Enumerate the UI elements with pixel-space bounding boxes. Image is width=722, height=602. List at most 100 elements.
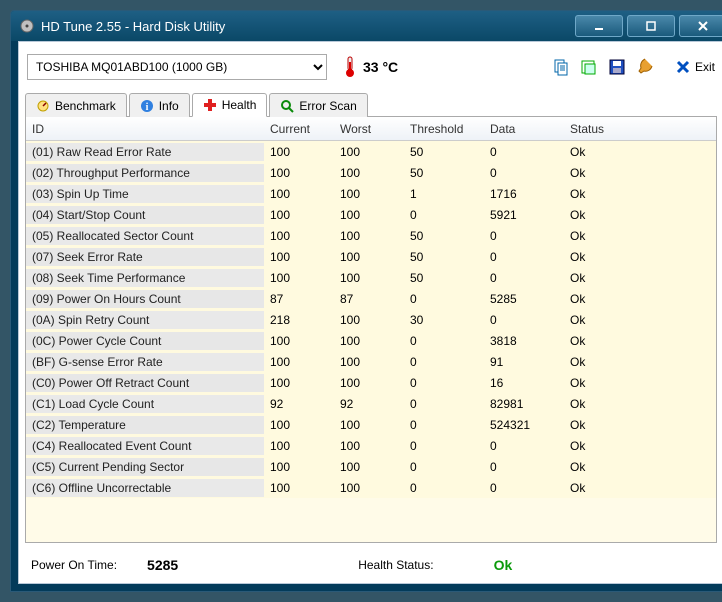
cell-worst: 100: [334, 143, 404, 161]
table-row[interactable]: (C0) Power Off Retract Count100100016Ok: [26, 372, 716, 393]
tab-health[interactable]: Health: [192, 93, 268, 117]
table-row[interactable]: (C4) Reallocated Event Count10010000Ok: [26, 435, 716, 456]
cell-current: 100: [264, 227, 334, 245]
col-current[interactable]: Current: [264, 120, 334, 138]
cell-id: (0A) Spin Retry Count: [26, 311, 264, 329]
cell-id: (08) Seek Time Performance: [26, 269, 264, 287]
cell-id: (07) Seek Error Rate: [26, 248, 264, 266]
cell-worst: 100: [334, 332, 404, 350]
table-row[interactable]: (07) Seek Error Rate100100500Ok: [26, 246, 716, 267]
minimize-button[interactable]: [575, 15, 623, 37]
cell-threshold: 50: [404, 269, 484, 287]
cell-status: Ok: [564, 395, 644, 413]
table-row[interactable]: (0A) Spin Retry Count218100300Ok: [26, 309, 716, 330]
cell-status: Ok: [564, 290, 644, 308]
col-threshold[interactable]: Threshold: [404, 120, 484, 138]
benchmark-icon: [36, 99, 50, 113]
cell-id: (0C) Power Cycle Count: [26, 332, 264, 350]
cell-worst: 100: [334, 311, 404, 329]
cell-current: 100: [264, 479, 334, 497]
table-body[interactable]: (01) Raw Read Error Rate100100500Ok(02) …: [26, 141, 716, 542]
cell-status: Ok: [564, 458, 644, 476]
cell-status: Ok: [564, 416, 644, 434]
copy-screenshot-icon[interactable]: [579, 57, 599, 77]
table-row[interactable]: (C2) Temperature1001000524321Ok: [26, 414, 716, 435]
cell-status: Ok: [564, 185, 644, 203]
cell-current: 100: [264, 374, 334, 392]
drive-select[interactable]: TOSHIBA MQ01ABD100 (1000 GB): [27, 54, 327, 80]
cell-threshold: 0: [404, 416, 484, 434]
col-status[interactable]: Status: [564, 120, 644, 138]
col-data[interactable]: Data: [484, 120, 564, 138]
cell-id: (C6) Offline Uncorrectable: [26, 479, 264, 497]
cell-threshold: 0: [404, 290, 484, 308]
cell-current: 100: [264, 185, 334, 203]
options-icon[interactable]: [635, 57, 655, 77]
error-scan-icon: [280, 99, 294, 113]
copy-info-icon[interactable]: [551, 57, 571, 77]
cell-status: Ok: [564, 311, 644, 329]
toolbar: TOSHIBA MQ01ABD100 (1000 GB) 33 °C Exit: [27, 54, 715, 80]
table-row[interactable]: (03) Spin Up Time10010011716Ok: [26, 183, 716, 204]
table-row[interactable]: (0C) Power Cycle Count10010003818Ok: [26, 330, 716, 351]
col-worst[interactable]: Worst: [334, 120, 404, 138]
cell-current: 100: [264, 332, 334, 350]
col-id[interactable]: ID: [26, 120, 264, 138]
cell-status: Ok: [564, 374, 644, 392]
cell-current: 100: [264, 206, 334, 224]
titlebar[interactable]: HD Tune 2.55 - Hard Disk Utility: [11, 11, 722, 41]
cell-threshold: 0: [404, 374, 484, 392]
table-row[interactable]: (BF) G-sense Error Rate100100091Ok: [26, 351, 716, 372]
cell-threshold: 50: [404, 227, 484, 245]
exit-button[interactable]: Exit: [675, 59, 715, 75]
cell-data: 0: [484, 437, 564, 455]
cell-threshold: 0: [404, 395, 484, 413]
cell-threshold: 0: [404, 332, 484, 350]
cell-data: 82981: [484, 395, 564, 413]
cell-worst: 87: [334, 290, 404, 308]
tab-info[interactable]: i Info: [129, 93, 190, 117]
table-row[interactable]: (05) Reallocated Sector Count100100500Ok: [26, 225, 716, 246]
power-on-value: 5285: [147, 557, 178, 573]
cell-id: (09) Power On Hours Count: [26, 290, 264, 308]
cell-current: 100: [264, 437, 334, 455]
table-row[interactable]: (08) Seek Time Performance100100500Ok: [26, 267, 716, 288]
cell-status: Ok: [564, 206, 644, 224]
table-row[interactable]: (C1) Load Cycle Count9292082981Ok: [26, 393, 716, 414]
tab-bar: Benchmark i Info Health Error Scan: [25, 92, 717, 117]
window-title: HD Tune 2.55 - Hard Disk Utility: [41, 19, 575, 34]
cell-worst: 92: [334, 395, 404, 413]
cell-threshold: 30: [404, 311, 484, 329]
cell-threshold: 0: [404, 479, 484, 497]
table-row[interactable]: (04) Start/Stop Count10010005921Ok: [26, 204, 716, 225]
health-status-value: Ok: [494, 557, 513, 573]
thermometer-icon: [343, 56, 357, 78]
cell-data: 16: [484, 374, 564, 392]
close-button[interactable]: [679, 15, 722, 37]
cell-worst: 100: [334, 437, 404, 455]
cell-id: (C5) Current Pending Sector: [26, 458, 264, 476]
cell-data: 0: [484, 227, 564, 245]
cell-current: 100: [264, 353, 334, 371]
cell-worst: 100: [334, 185, 404, 203]
table-row[interactable]: (01) Raw Read Error Rate100100500Ok: [26, 141, 716, 162]
cell-status: Ok: [564, 332, 644, 350]
cell-data: 0: [484, 143, 564, 161]
table-row[interactable]: (C6) Offline Uncorrectable10010000Ok: [26, 477, 716, 498]
cell-current: 100: [264, 416, 334, 434]
cell-data: 0: [484, 269, 564, 287]
cell-threshold: 50: [404, 164, 484, 182]
save-icon[interactable]: [607, 57, 627, 77]
table-row[interactable]: (C5) Current Pending Sector10010000Ok: [26, 456, 716, 477]
tool-icons: [551, 57, 655, 77]
maximize-button[interactable]: [627, 15, 675, 37]
app-icon: [19, 18, 35, 34]
window-buttons: [575, 15, 722, 37]
cell-worst: 100: [334, 248, 404, 266]
tab-benchmark[interactable]: Benchmark: [25, 93, 127, 117]
table-row[interactable]: (09) Power On Hours Count878705285Ok: [26, 288, 716, 309]
tab-error-scan[interactable]: Error Scan: [269, 93, 367, 117]
table-row[interactable]: (02) Throughput Performance100100500Ok: [26, 162, 716, 183]
cell-current: 218: [264, 311, 334, 329]
footer: Power On Time: 5285 Health Status: Ok: [25, 549, 717, 577]
